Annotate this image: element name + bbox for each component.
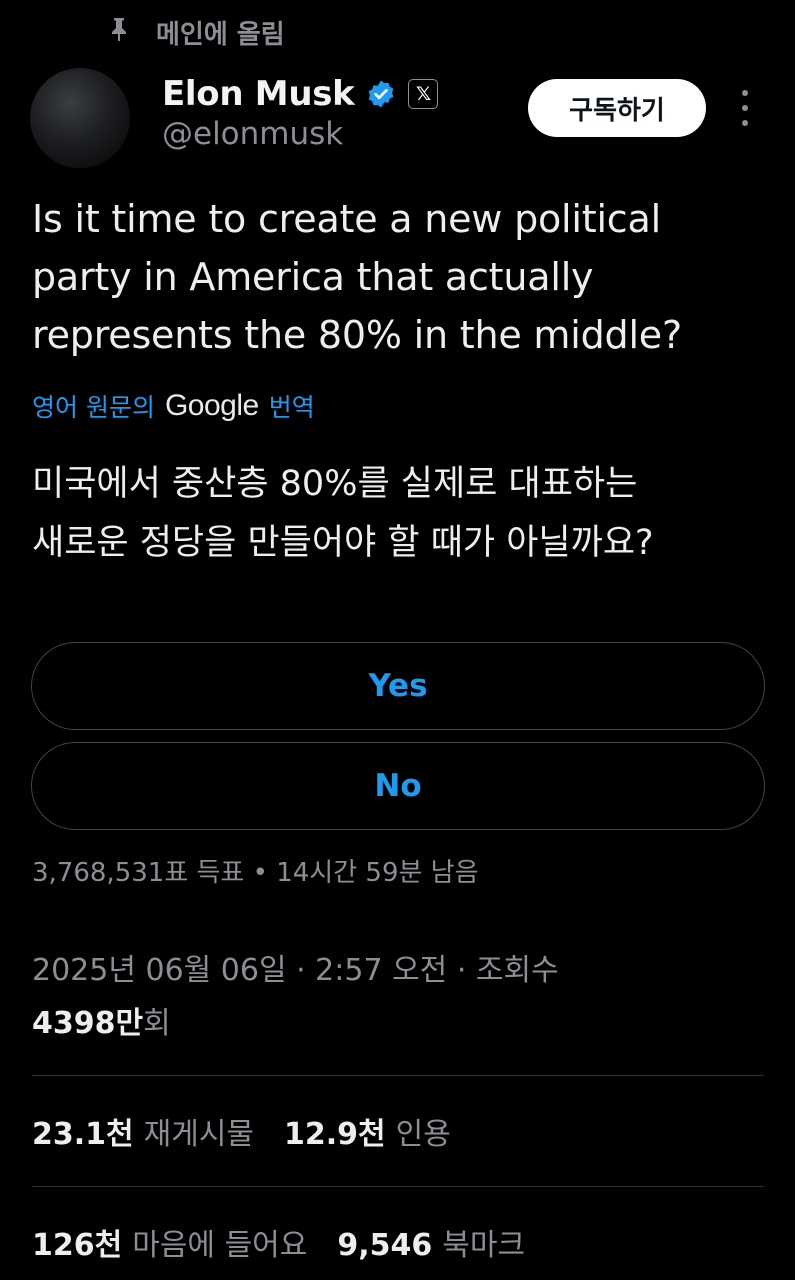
subscribe-button[interactable]: 구독하기 <box>528 79 706 137</box>
pinned-label: 메인에 올림 <box>156 19 285 50</box>
quotes-label: 인용 <box>395 1117 451 1152</box>
pin-icon <box>108 16 130 49</box>
verified-badge-icon[interactable] <box>366 79 396 109</box>
bookmarks-stat[interactable]: 9,546 북마크 <box>337 1220 525 1264</box>
view-count-label: 회 <box>143 1006 171 1041</box>
more-options-icon[interactable] <box>730 90 760 126</box>
reposts-count: 23.1천 <box>32 1117 134 1152</box>
likes-label: 마음에 들어요 <box>132 1228 308 1263</box>
divider <box>32 1186 764 1187</box>
likes-count: 126천 <box>32 1228 123 1263</box>
tweet-text: Is it time to create a new political par… <box>32 197 682 357</box>
divider <box>32 1075 764 1076</box>
pinned-indicator: 메인에 올림 <box>108 12 285 52</box>
likes-stat[interactable]: 126천 마음에 들어요 <box>32 1220 307 1264</box>
google-logo: Google <box>164 389 259 422</box>
author-name[interactable]: Elon Musk <box>162 74 355 114</box>
poll-option-no[interactable]: No <box>31 742 765 830</box>
view-count: 4398만회 <box>32 998 171 1042</box>
translated-text: 미국에서 중산층 80%를 실제로 대표하는 새로운 정당을 만들어야 할 때가… <box>32 464 654 563</box>
author-name-row: Elon Musk 𝕏 <box>162 70 439 118</box>
translation-suffix: 번역 <box>268 393 315 422</box>
poll-meta: 3,768,531표 득표 • 14시간 59분 남음 <box>32 858 479 888</box>
quotes-count: 12.9천 <box>284 1117 386 1152</box>
poll-option-yes[interactable]: Yes <box>31 642 765 730</box>
bookmarks-count: 9,546 <box>337 1228 433 1263</box>
author-handle[interactable]: @elonmusk <box>162 116 343 152</box>
x-affiliate-icon[interactable]: 𝕏 <box>408 79 439 109</box>
stats-row-top: 23.1천 재게시물 12.9천 인용 <box>32 1101 451 1161</box>
tweet-timestamp[interactable]: 2025년 06월 06일 · 2:57 오전 · 조회수 <box>32 945 559 989</box>
reposts-label: 재게시물 <box>143 1117 255 1152</box>
reposts-stat[interactable]: 23.1천 재게시물 <box>32 1109 254 1153</box>
bookmarks-label: 북마크 <box>442 1228 526 1263</box>
avatar[interactable] <box>30 68 130 168</box>
view-count-value: 4398만 <box>32 1006 144 1041</box>
stats-row-bottom: 126천 마음에 들어요 9,546 북마크 <box>32 1212 525 1272</box>
translation-attribution[interactable]: 영어 원문의 Google 번역 <box>32 382 315 430</box>
quotes-stat[interactable]: 12.9천 인용 <box>284 1109 451 1153</box>
translation-prefix: 영어 원문의 <box>32 393 155 422</box>
